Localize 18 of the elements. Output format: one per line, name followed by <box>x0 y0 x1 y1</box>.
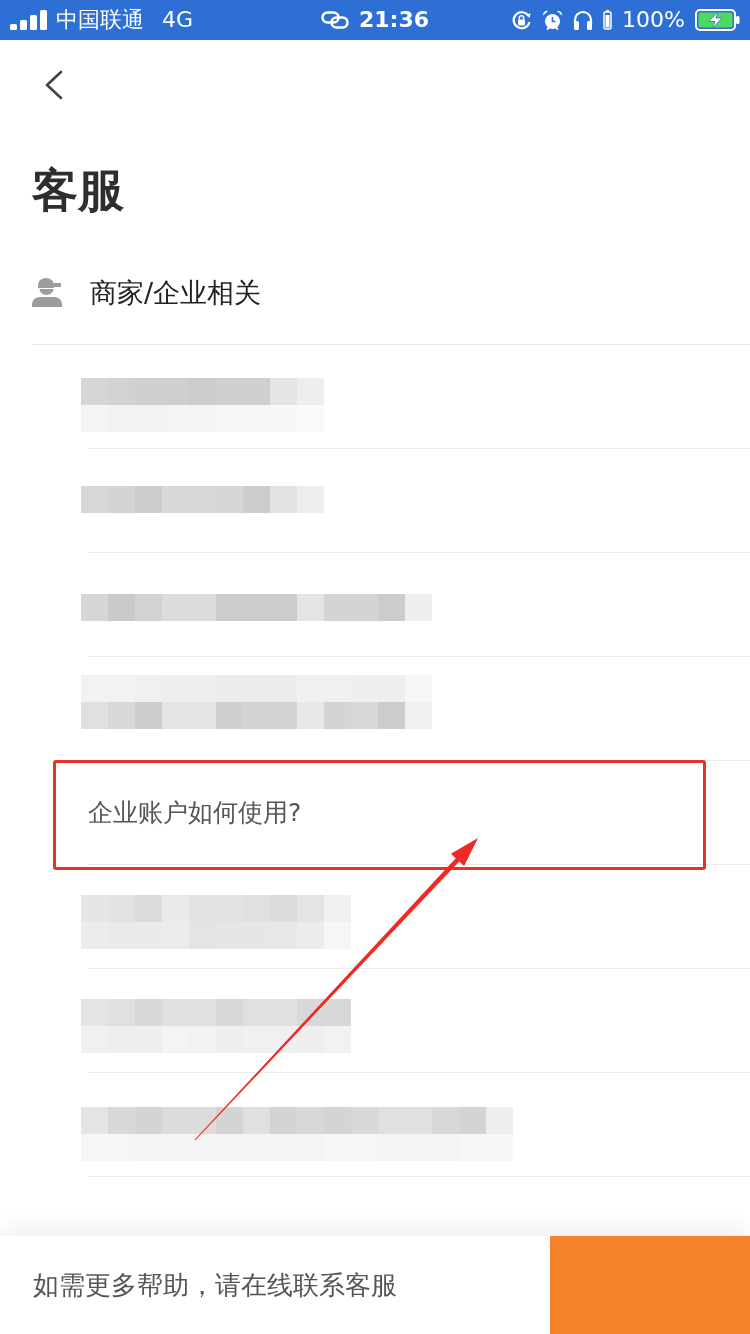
page-title: 客服 <box>32 162 124 218</box>
person-icon <box>32 278 62 307</box>
question-link[interactable]: 企业账户如何使用? <box>88 794 302 831</box>
section-heading: 商家/企业相关 <box>90 275 262 310</box>
battery-percentage: 100% <box>622 6 685 34</box>
back-button[interactable] <box>43 69 65 101</box>
link-icon <box>321 11 349 29</box>
network-type: 4G <box>162 6 194 34</box>
carrier-name: 中国联通 <box>56 6 144 34</box>
back-chevron-icon <box>44 70 64 100</box>
signal-icon <box>10 10 48 30</box>
rotation-lock-icon <box>511 9 533 31</box>
help-text: 如需更多帮助，请在线联系客服 <box>32 1268 398 1302</box>
headphones-icon <box>573 10 594 30</box>
clock-time: 21:36 <box>359 6 429 34</box>
alarm-clock-icon <box>542 9 564 31</box>
small-battery-icon <box>603 10 613 30</box>
battery-charging-icon <box>695 9 740 31</box>
